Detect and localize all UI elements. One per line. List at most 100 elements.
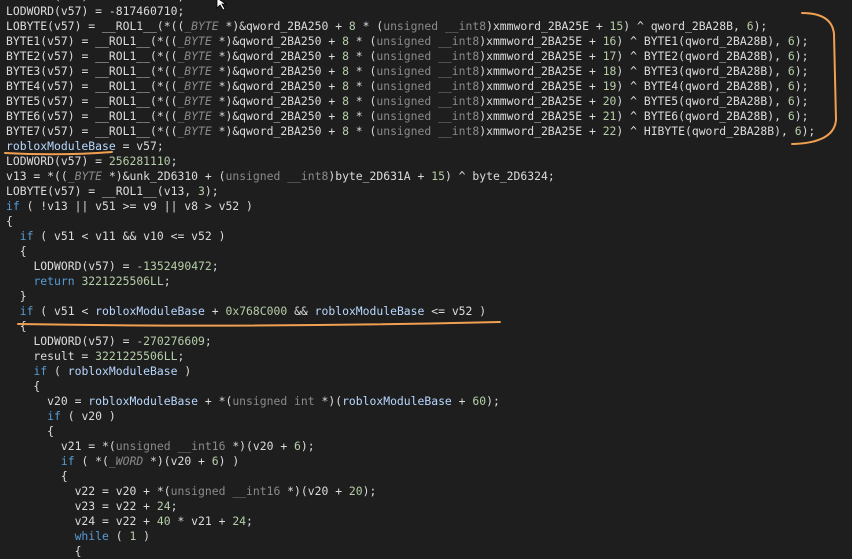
code-token: ) ^ BYTE6(qword_2BA28B), [616, 109, 788, 123]
code-line[interactable]: v21 = *(unsigned __int16 *)(v20 + 6); [6, 439, 815, 454]
code-token: v20 = [6, 394, 89, 408]
code-token: (v57) = __ROL1__(*(( [40, 34, 178, 48]
code-line[interactable]: if ( robloxModuleBase ) [6, 364, 815, 379]
code-token: _BYTE [177, 79, 212, 93]
code-token: 18 [602, 64, 617, 78]
code-token: BYTE3 [6, 64, 41, 78]
code-token: ( !v13 || v51 >= v9 || v8 > v52 ) [19, 199, 253, 213]
code-token: -270276609 [136, 334, 205, 348]
code-token: * ( [355, 19, 384, 33]
code-line[interactable]: v24 = v22 + 40 * v21 + 24; [6, 514, 815, 529]
code-line[interactable]: BYTE6(v57) = __ROL1__(*((_BYTE *)&qword_… [6, 109, 815, 124]
code-line[interactable]: robloxModuleBase = v57; [6, 139, 815, 154]
code-token: unsigned __int16 [115, 439, 226, 453]
code-line[interactable]: v23 = v22 + 24; [6, 499, 815, 514]
code-token: 6 [787, 94, 795, 108]
code-line[interactable]: LODWORD(v57) = -817460710; [6, 4, 815, 19]
code-token: { [6, 469, 68, 483]
code-line[interactable]: BYTE2(v57) = __ROL1__(*((_BYTE *)&qword_… [6, 49, 815, 64]
code-token: *)&qword_2BA250 + [211, 94, 343, 108]
code-line[interactable]: LODWORD(v57) = -1352490472; [6, 259, 815, 274]
code-token: ( v20 ) [60, 409, 116, 423]
code-token: ) ^ BYTE2(qword_2BA28B), [616, 49, 788, 63]
code-token: ); [204, 184, 219, 198]
code-token: ; [204, 334, 212, 348]
code-line[interactable]: { [6, 244, 815, 259]
code-token: 6 [746, 19, 754, 33]
code-token: )byte_2D631A + [328, 169, 432, 183]
code-token: ); [794, 49, 809, 63]
code-token: ) ^ byte_2D6324; [444, 169, 555, 183]
code-line[interactable]: if ( *(_WORD *)(v20 + 6) ) [6, 454, 815, 469]
code-token: ); [753, 19, 768, 33]
code-token: 24 [156, 499, 171, 513]
code-line[interactable]: LOBYTE(v57) = __ROL1__(v13, 3); [6, 184, 815, 199]
pseudocode-editor[interactable]: LODWORD(v57) = -817460710;LODWORD(v57) =… [0, 0, 852, 559]
code-token: v24 = v22 + [6, 514, 157, 528]
code-token: ); [300, 439, 315, 453]
code-line[interactable]: v13 = *((_BYTE *)&unk_2D6310 + (unsigned… [6, 169, 815, 184]
highlighted-identifier: robloxModuleBase [6, 139, 116, 153]
code-line[interactable]: { [6, 319, 815, 334]
code-token: { [6, 319, 27, 333]
code-line[interactable]: LOBYTE(v57) = __ROL1__(*((_BYTE *)&qword… [6, 19, 815, 34]
code-token: ; [170, 499, 178, 513]
code-token: unsigned __int8 [383, 19, 487, 33]
code-token: )xmmword_2BA25E + [479, 79, 603, 93]
code-line[interactable]: BYTE1(v57) = __ROL1__(*((_BYTE *)&qword_… [6, 34, 815, 49]
code-line[interactable]: v22 = v20 + *(unsigned __int16 *)(v20 + … [6, 484, 815, 499]
code-token: 0x768C000 [225, 304, 288, 318]
code-token: ) ) [218, 454, 240, 468]
code-line[interactable]: if ( v20 ) [6, 409, 815, 424]
code-line[interactable]: BYTE5(v57) = __ROL1__(*((_BYTE *)&qword_… [6, 94, 815, 109]
code-token: 19 [602, 79, 617, 93]
code-token: (v57) = -817460710; [54, 4, 185, 18]
code-token: unsigned __int8 [376, 34, 480, 48]
code-token: * ( [348, 94, 377, 108]
code-line[interactable]: { [6, 424, 815, 439]
code-token: *)(v20 + [143, 454, 212, 468]
code-token: LODWORD [6, 4, 55, 18]
code-line[interactable]: BYTE7(v57) = __ROL1__(*((_BYTE *)&qword_… [6, 124, 815, 139]
code-token: 6 [787, 34, 795, 48]
code-line[interactable]: if ( !v13 || v51 >= v9 || v8 > v52 ) [6, 199, 815, 214]
code-token: *)(v20 + [225, 439, 295, 453]
code-token: LODWORD [33, 259, 82, 273]
code-line[interactable]: while ( 1 ) [6, 529, 815, 544]
code-line[interactable]: { [6, 214, 815, 229]
code-token: )xmmword_2BA25E + [479, 49, 603, 63]
code-view[interactable]: LODWORD(v57) = -817460710;LODWORD(v57) =… [6, 0, 815, 559]
code-token: BYTE6 [6, 109, 41, 123]
code-token: *)&qword_2BA250 + [211, 34, 343, 48]
code-token: _BYTE [177, 64, 212, 78]
code-line[interactable]: return 3221225506LL; [6, 274, 815, 289]
code-token: { [6, 214, 13, 228]
code-token: ) [136, 529, 151, 543]
code-token: result = [6, 349, 96, 363]
code-token: * ( [348, 109, 377, 123]
code-line[interactable]: BYTE3(v57) = __ROL1__(*((_BYTE *)&qword_… [6, 64, 815, 79]
code-line[interactable]: v20 = robloxModuleBase + *(unsigned int … [6, 394, 815, 409]
code-line[interactable]: LODWORD(v57) = 256281110; [6, 154, 815, 169]
code-token: v22 = v20 + *( [6, 484, 171, 498]
code-line[interactable]: { [6, 379, 815, 394]
code-token: *)( [314, 394, 343, 408]
code-token: 6 [787, 49, 795, 63]
code-token: _BYTE [184, 19, 219, 33]
code-line[interactable]: } [6, 289, 815, 304]
code-token: if [47, 409, 61, 423]
code-token: = v57; [115, 139, 164, 153]
code-line[interactable]: LODWORD(v57) = -270276609; [6, 334, 815, 349]
code-line[interactable]: if ( v51 < v11 && v10 <= v52 ) [6, 229, 815, 244]
code-token: ; [163, 274, 171, 288]
code-line[interactable]: { [6, 469, 815, 484]
code-line[interactable]: result = 3221225506LL; [6, 349, 815, 364]
code-line[interactable]: { [6, 544, 815, 559]
highlighted-identifier: robloxModuleBase [88, 394, 199, 408]
code-line[interactable]: if ( v51 < robloxModuleBase + 0x768C000 … [6, 304, 815, 319]
code-token: + [204, 304, 226, 318]
code-line[interactable]: BYTE4(v57) = __ROL1__(*((_BYTE *)&qword_… [6, 79, 815, 94]
code-token: if [19, 304, 34, 318]
